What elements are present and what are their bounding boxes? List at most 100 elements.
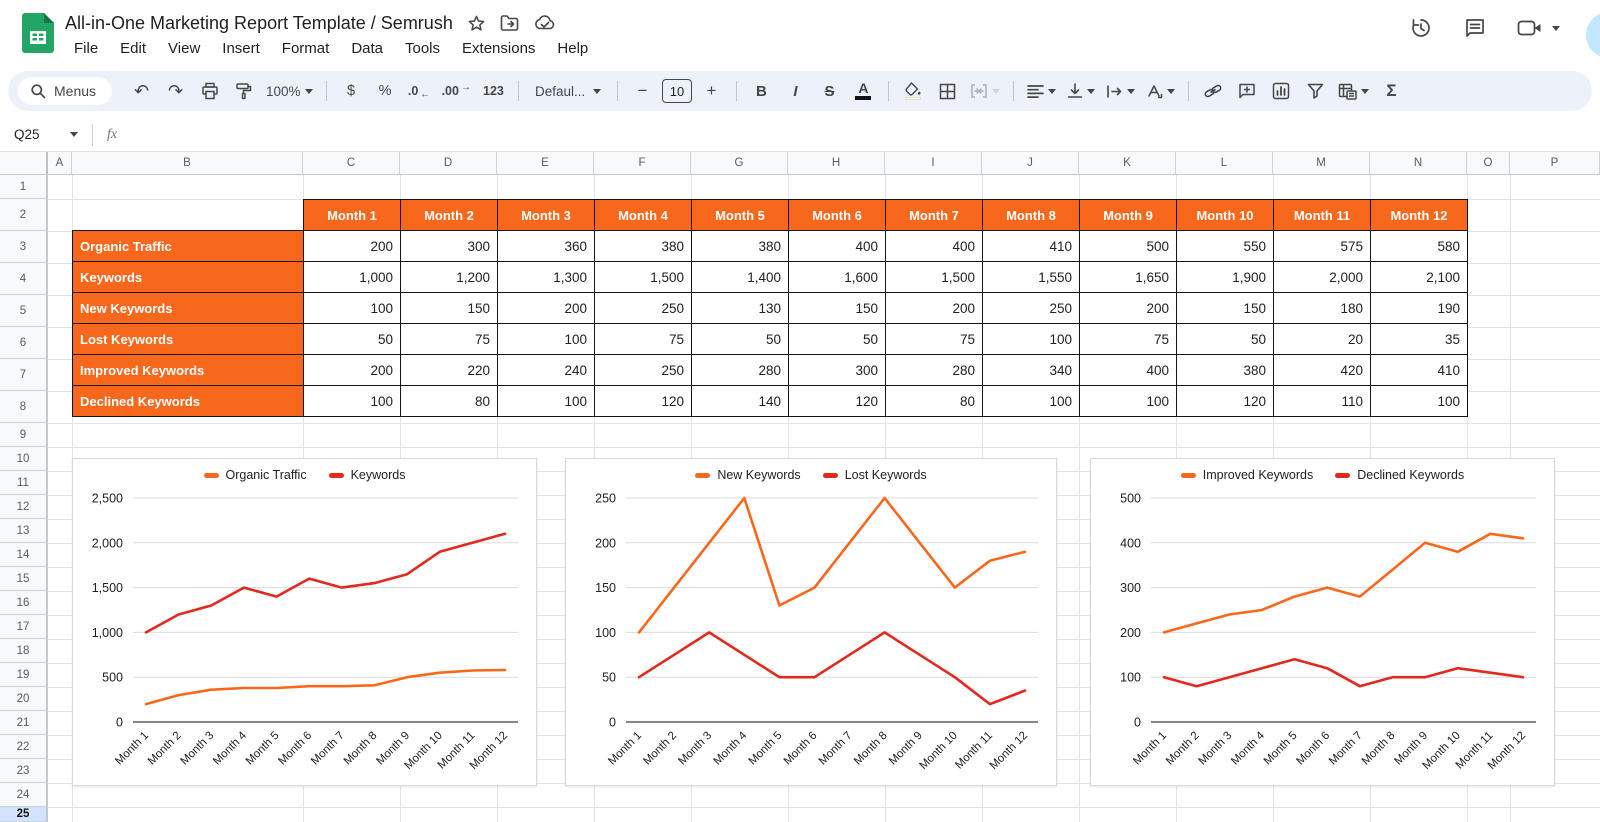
table-header-cell[interactable]: Month 2 — [400, 199, 498, 231]
value-cell[interactable]: 80 — [400, 385, 498, 417]
row-header-21[interactable]: 21 — [0, 711, 48, 735]
column-header-N[interactable]: N — [1370, 152, 1467, 175]
value-cell[interactable]: 100 — [982, 323, 1080, 355]
value-cell[interactable]: 360 — [497, 230, 595, 262]
insert-chart-button[interactable] — [1267, 77, 1296, 105]
text-rotation-button[interactable] — [1143, 77, 1178, 105]
row-header-7[interactable]: 7 — [0, 359, 48, 391]
value-cell[interactable]: 200 — [1079, 292, 1177, 324]
value-cell[interactable]: 500 — [1079, 230, 1177, 262]
row-header-14[interactable]: 14 — [0, 543, 48, 567]
row-label-cell[interactable]: Declined Keywords — [72, 385, 304, 417]
table-header-cell[interactable]: Month 3 — [497, 199, 595, 231]
row-header-24[interactable]: 24 — [0, 783, 48, 807]
table-header-cell[interactable]: Month 8 — [982, 199, 1080, 231]
value-cell[interactable]: 100 — [982, 385, 1080, 417]
table-header-cell[interactable]: Month 6 — [788, 199, 886, 231]
value-cell[interactable]: 150 — [1176, 292, 1274, 324]
value-cell[interactable]: 100 — [303, 292, 401, 324]
column-header-P[interactable]: P — [1510, 152, 1600, 175]
row-header-15[interactable]: 15 — [0, 567, 48, 591]
value-cell[interactable]: 1,200 — [400, 261, 498, 293]
row-header-9[interactable]: 9 — [0, 423, 48, 447]
value-cell[interactable]: 100 — [1370, 385, 1468, 417]
menu-file[interactable]: File — [65, 38, 107, 59]
value-cell[interactable]: 50 — [303, 323, 401, 355]
row-header-17[interactable]: 17 — [0, 615, 48, 639]
value-cell[interactable]: 200 — [303, 354, 401, 386]
value-cell[interactable]: 100 — [1079, 385, 1177, 417]
column-header-L[interactable]: L — [1176, 152, 1273, 175]
formula-input[interactable] — [117, 118, 1600, 151]
row-header-16[interactable]: 16 — [0, 591, 48, 615]
format-percent-button[interactable]: % — [371, 77, 400, 105]
column-header-D[interactable]: D — [400, 152, 497, 175]
value-cell[interactable]: 1,500 — [885, 261, 983, 293]
menu-data[interactable]: Data — [342, 38, 392, 59]
value-cell[interactable]: 120 — [1176, 385, 1274, 417]
value-cell[interactable]: 580 — [1370, 230, 1468, 262]
value-cell[interactable]: 250 — [982, 292, 1080, 324]
value-cell[interactable]: 200 — [303, 230, 401, 262]
column-header-O[interactable]: O — [1467, 152, 1510, 175]
value-cell[interactable]: 50 — [691, 323, 789, 355]
value-cell[interactable]: 100 — [303, 385, 401, 417]
text-wrap-button[interactable] — [1103, 77, 1138, 105]
increase-font-size-button[interactable]: + — [697, 77, 726, 105]
value-cell[interactable]: 1,500 — [594, 261, 692, 293]
video-call-icon[interactable] — [1517, 18, 1560, 38]
zoom-select[interactable]: 100% — [263, 77, 316, 105]
value-cell[interactable]: 20 — [1273, 323, 1371, 355]
value-cell[interactable]: 150 — [400, 292, 498, 324]
column-header-K[interactable]: K — [1079, 152, 1176, 175]
table-header-cell[interactable]: Month 10 — [1176, 199, 1274, 231]
row-label-cell[interactable]: Organic Traffic — [72, 230, 304, 262]
more-formats-button[interactable]: 123 — [479, 77, 508, 105]
font-select[interactable]: Defaul... — [529, 77, 607, 105]
row-header-3[interactable]: 3 — [0, 231, 48, 263]
strikethrough-button[interactable]: S — [815, 77, 844, 105]
value-cell[interactable]: 35 — [1370, 323, 1468, 355]
row-label-cell[interactable]: Lost Keywords — [72, 323, 304, 355]
vertical-align-button[interactable] — [1064, 77, 1098, 105]
value-cell[interactable]: 410 — [982, 230, 1080, 262]
format-currency-button[interactable]: $ — [337, 77, 366, 105]
value-cell[interactable]: 1,650 — [1079, 261, 1177, 293]
insert-comment-button[interactable] — [1233, 77, 1262, 105]
table-header-cell[interactable]: Month 11 — [1273, 199, 1371, 231]
row-header-4[interactable]: 4 — [0, 263, 48, 295]
value-cell[interactable]: 75 — [1079, 323, 1177, 355]
share-button[interactable] — [1586, 12, 1600, 58]
menu-help[interactable]: Help — [548, 38, 597, 59]
column-header-F[interactable]: F — [594, 152, 691, 175]
menu-edit[interactable]: Edit — [111, 38, 155, 59]
value-cell[interactable]: 80 — [885, 385, 983, 417]
font-size-input[interactable]: 10 — [661, 79, 692, 103]
row-header-1[interactable]: 1 — [0, 175, 48, 199]
insert-link-button[interactable] — [1199, 77, 1228, 105]
value-cell[interactable]: 1,000 — [303, 261, 401, 293]
value-cell[interactable]: 180 — [1273, 292, 1371, 324]
text-color-button[interactable]: A — [849, 77, 878, 105]
menus-search-button[interactable]: Menus — [18, 77, 113, 105]
value-cell[interactable]: 2,000 — [1273, 261, 1371, 293]
value-cell[interactable]: 300 — [400, 230, 498, 262]
table-tools-button[interactable] — [1335, 77, 1372, 105]
menu-format[interactable]: Format — [273, 38, 339, 59]
value-cell[interactable]: 120 — [594, 385, 692, 417]
value-cell[interactable]: 75 — [400, 323, 498, 355]
value-cell[interactable]: 280 — [885, 354, 983, 386]
value-cell[interactable]: 400 — [788, 230, 886, 262]
column-header-A[interactable]: A — [48, 152, 72, 175]
menu-tools[interactable]: Tools — [396, 38, 449, 59]
value-cell[interactable]: 100 — [497, 385, 595, 417]
value-cell[interactable]: 220 — [400, 354, 498, 386]
create-filter-button[interactable] — [1301, 77, 1330, 105]
value-cell[interactable]: 1,300 — [497, 261, 595, 293]
value-cell[interactable]: 250 — [594, 354, 692, 386]
value-cell[interactable]: 1,600 — [788, 261, 886, 293]
line-chart-organic-traffic-vs-keywords[interactable]: Organic Traffic Keywords 0 500 1,000 1,500 2,0… — [72, 458, 537, 786]
row-header-12[interactable]: 12 — [0, 495, 48, 519]
column-header-B[interactable]: B — [72, 152, 303, 175]
line-chart-new-keywords-vs-lost-keywords[interactable]: New Keywords Lost Keywords 0 50 100 150 200 250… — [565, 458, 1057, 786]
